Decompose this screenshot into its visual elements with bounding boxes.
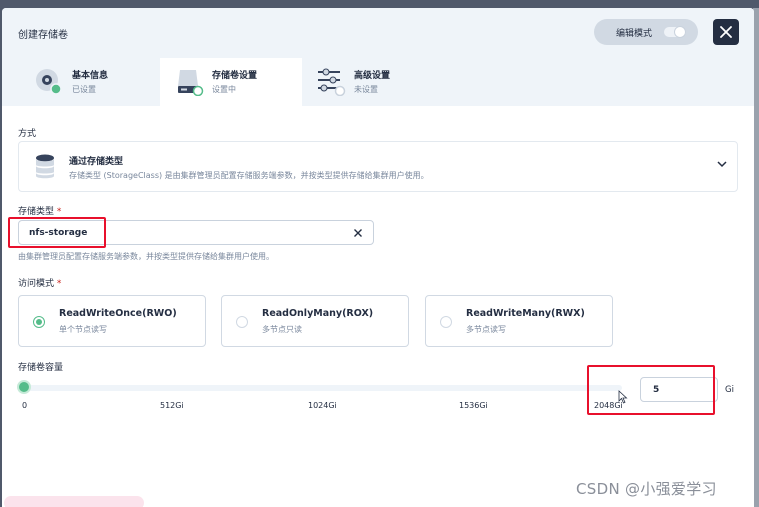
disk-icon	[36, 69, 62, 95]
access-mode-option-rox[interactable]: ReadOnlyMany(ROX) 多节点只读	[221, 295, 409, 347]
highlight-box-storage-class	[8, 217, 106, 248]
storage-class-label-text: 存储类型	[18, 207, 55, 217]
access-mode-label: 访问模式 *	[18, 276, 61, 289]
dialog-title: 创建存储卷	[18, 30, 68, 41]
method-selected-title: 通过存储类型	[69, 157, 124, 167]
edit-mode-label: 编辑模式	[616, 28, 653, 39]
step-title: 基本信息	[72, 71, 109, 81]
required-mark: *	[56, 207, 62, 217]
required-mark: *	[56, 279, 62, 289]
decorative-smudge	[4, 496, 144, 507]
capacity-label: 存储卷容量	[18, 363, 64, 373]
step-status: 设置中	[212, 85, 236, 94]
method-select[interactable]: 通过存储类型 存储类型 (StorageClass) 是由集群管理员配置存储服务…	[18, 141, 738, 192]
step-title: 存储卷设置	[212, 71, 258, 81]
storage-class-hint: 由集群管理员配置存储服务端参数，并按类型提供存储给集群用户使用。	[18, 252, 274, 261]
slider-tick-label: 0	[22, 401, 28, 410]
access-mode-title: ReadWriteMany(RWX)	[466, 308, 585, 319]
radio-button[interactable]	[33, 316, 45, 328]
method-label: 方式	[18, 129, 37, 139]
close-icon	[720, 26, 732, 38]
database-icon	[36, 154, 54, 179]
highlight-box-capacity	[587, 365, 715, 415]
access-mode-desc: 多节点只读	[262, 325, 302, 334]
clear-icon[interactable]	[353, 228, 363, 238]
step-status: 已设置	[72, 85, 96, 94]
access-mode-desc: 多节点读写	[466, 325, 506, 334]
step-basic-info[interactable]: 基本信息 已设置	[20, 58, 162, 106]
step-title: 高级设置	[354, 71, 391, 81]
access-mode-option-rwo[interactable]: ReadWriteOnce(RWO) 单个节点读写	[18, 295, 206, 347]
storage-class-label: 存储类型 *	[18, 204, 61, 217]
access-mode-desc: 单个节点读写	[59, 325, 107, 334]
create-volume-dialog: 创建存储卷 编辑模式 基本信息 已设置 存储卷设置 设置中 高级设置 未设置 方…	[2, 8, 754, 507]
access-mode-label-text: 访问模式	[18, 279, 55, 289]
method-selected-desc: 存储类型 (StorageClass) 是由集群管理员配置存储服务端参数，并按类…	[69, 171, 429, 180]
access-mode-title: ReadWriteOnce(RWO)	[59, 308, 177, 319]
sliders-icon	[318, 68, 346, 96]
slider-tick-label: 1536Gi	[459, 401, 488, 410]
access-mode-title: ReadOnlyMany(ROX)	[262, 308, 374, 319]
capacity-slider-handle[interactable]	[17, 380, 31, 394]
slider-tick-label: 1024Gi	[308, 401, 337, 410]
step-tabs: 基本信息 已设置 存储卷设置 设置中 高级设置 未设置	[2, 58, 754, 106]
watermark: CSDN @小强爱学习	[576, 480, 717, 498]
access-mode-option-rwx[interactable]: ReadWriteMany(RWX) 多节点读写	[425, 295, 613, 347]
toggle-switch[interactable]	[664, 26, 686, 38]
edit-mode-toggle[interactable]: 编辑模式	[594, 19, 698, 45]
radio-button[interactable]	[236, 316, 248, 328]
close-button[interactable]	[713, 19, 739, 45]
toggle-knob	[674, 26, 686, 38]
step-advanced-settings[interactable]: 高级设置 未设置	[302, 58, 444, 106]
step-volume-settings[interactable]: 存储卷设置 设置中	[160, 58, 302, 106]
slider-tick-label: 512Gi	[160, 401, 184, 410]
capacity-slider-track[interactable]	[22, 385, 622, 391]
dialog-header: 创建存储卷 编辑模式	[2, 8, 754, 58]
step-status: 未设置	[354, 85, 378, 94]
storage-drive-icon	[178, 70, 204, 96]
radio-button[interactable]	[440, 316, 452, 328]
chevron-down-icon	[717, 161, 727, 168]
capacity-unit: Gi	[725, 385, 734, 395]
